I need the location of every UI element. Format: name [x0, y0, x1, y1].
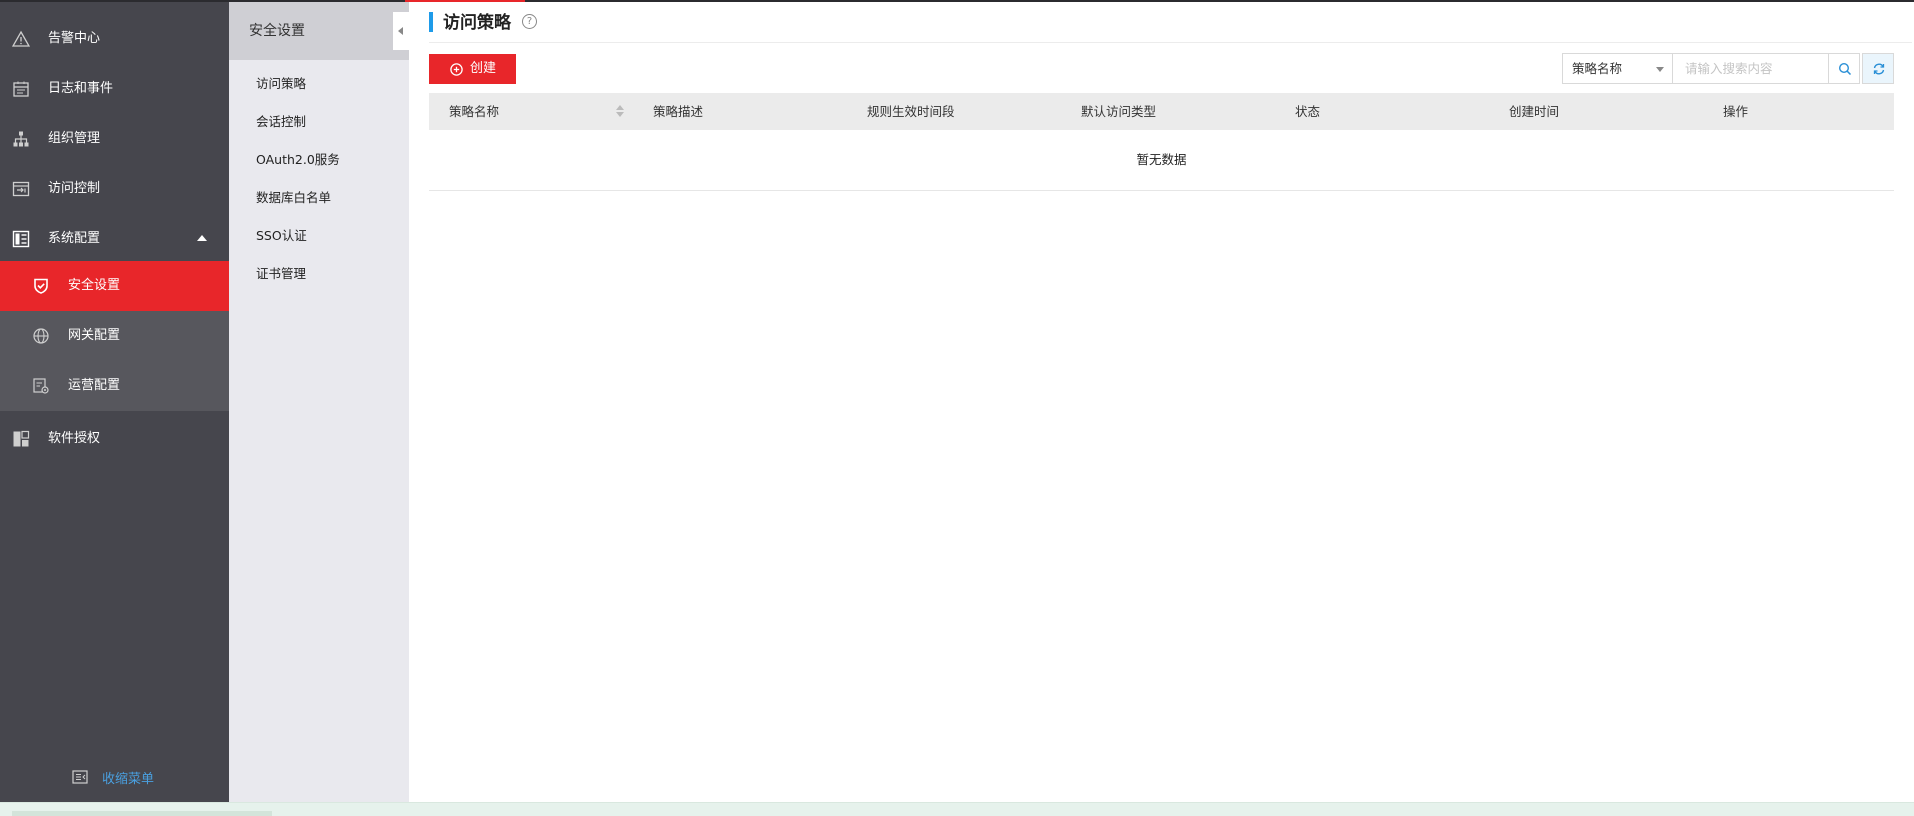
- search-field-select-value: 策略名称: [1572, 61, 1623, 76]
- sidebar-item-software-license[interactable]: 软件授权: [0, 414, 229, 464]
- refresh-button[interactable]: [1862, 53, 1894, 84]
- table-empty-row: 暂无数据: [429, 130, 1894, 191]
- sort-icon[interactable]: [616, 105, 624, 119]
- sidebar-item-label: 访问控制: [48, 181, 101, 196]
- column-header-actions: 操作: [1723, 104, 1749, 119]
- main-content: 访问策略 ? 创建 策略名称 策略名称 策略描述 规则生效时间段 默认访问类型 …: [409, 2, 1914, 802]
- sidebar-subitem-label: 网关配置: [68, 328, 121, 343]
- collapse-submenu-toggle[interactable]: [393, 12, 409, 50]
- create-button-label: 创建: [470, 61, 497, 76]
- column-header-status: 状态: [1295, 104, 1321, 119]
- page-title: 访问策略: [443, 13, 511, 33]
- dashboard-icon: [12, 230, 30, 248]
- secondary-menu: 安全设置 访问策略 会话控制 OAuth2.0服务 数据库白名单 SSO认证 证…: [229, 2, 409, 802]
- collapse-menu-icon: [72, 770, 88, 784]
- table-header: 策略名称 策略描述 规则生效时间段 默认访问类型 状态 创建时间 操作: [429, 93, 1894, 130]
- sidebar: 告警中心 日志和事件 组织管理 访问控制 系统配置 安全设置 网关配置 运营配置…: [0, 2, 229, 802]
- submenu-item-database-whitelist[interactable]: 数据库白名单: [256, 189, 331, 207]
- column-header-policy-name[interactable]: 策略名称: [449, 103, 499, 121]
- search-icon: [1838, 62, 1852, 76]
- license-icon: [13, 430, 30, 447]
- sidebar-item-label: 告警中心: [48, 31, 101, 46]
- create-button[interactable]: 创建: [429, 54, 516, 84]
- page-title-accent: [429, 12, 433, 32]
- sidebar-subitem-security-settings[interactable]: 安全设置: [0, 261, 229, 311]
- operation-config-icon: [33, 378, 49, 394]
- submenu-item-sso-auth[interactable]: SSO认证: [256, 227, 307, 245]
- divider: [429, 42, 1912, 43]
- secondary-menu-header: 安全设置: [229, 2, 409, 60]
- calendar-icon: [13, 81, 29, 97]
- refresh-icon: [1873, 63, 1885, 75]
- submenu-item-session-control[interactable]: 会话控制: [256, 113, 306, 131]
- sidebar-item-label: 软件授权: [48, 431, 101, 446]
- globe-icon: [33, 328, 49, 344]
- sidebar-item-label: 日志和事件: [48, 81, 114, 96]
- shield-check-icon: [34, 278, 48, 294]
- submenu-item-access-policy[interactable]: 访问策略: [256, 75, 306, 93]
- submenu-item-oauth-service[interactable]: OAuth2.0服务: [256, 151, 340, 169]
- chevron-up-icon: [197, 235, 207, 241]
- browser-status-bar: [0, 802, 1914, 816]
- collapse-menu-button[interactable]: 收缩菜单: [72, 767, 154, 787]
- search-input[interactable]: [1672, 53, 1829, 84]
- sidebar-subitem-operation-config[interactable]: 运营配置: [0, 361, 229, 411]
- column-header-created-time: 创建时间: [1509, 104, 1560, 119]
- column-header-default-access-type: 默认访问类型: [1081, 104, 1157, 119]
- column-header-policy-desc: 策略描述: [653, 104, 704, 119]
- warning-icon: [12, 30, 30, 47]
- sidebar-item-access-control[interactable]: 访问控制: [0, 164, 229, 214]
- sidebar-subitem-label: 安全设置: [68, 278, 121, 293]
- system-config-submenu: 安全设置 网关配置 运营配置: [0, 261, 229, 411]
- sidebar-item-system-config[interactable]: 系统配置: [0, 214, 229, 264]
- status-bar-tab: [12, 811, 272, 816]
- sidebar-item-label: 组织管理: [48, 131, 101, 146]
- sidebar-subitem-label: 运营配置: [68, 378, 121, 393]
- collapse-menu-label: 收缩菜单: [102, 771, 155, 787]
- access-control-icon: [12, 181, 30, 197]
- sidebar-item-label: 系统配置: [48, 231, 101, 246]
- question-circle-icon[interactable]: ?: [522, 14, 537, 29]
- empty-state-text: 暂无数据: [1136, 152, 1187, 167]
- column-header-effective-period: 规则生效时间段: [867, 104, 955, 119]
- submenu-item-certificate-management[interactable]: 证书管理: [256, 265, 306, 283]
- org-tree-icon: [13, 131, 29, 147]
- sidebar-subitem-gateway-config[interactable]: 网关配置: [0, 311, 229, 361]
- sidebar-item-alarm-center[interactable]: 告警中心: [0, 14, 229, 64]
- plus-circle-icon: [450, 63, 463, 76]
- caret-down-icon: [1656, 67, 1664, 72]
- secondary-menu-title: 安全设置: [249, 23, 305, 39]
- search-field-select[interactable]: 策略名称: [1562, 53, 1673, 84]
- sidebar-item-organization[interactable]: 组织管理: [0, 114, 229, 164]
- search-button[interactable]: [1828, 53, 1860, 84]
- sidebar-item-logs-events[interactable]: 日志和事件: [0, 64, 229, 114]
